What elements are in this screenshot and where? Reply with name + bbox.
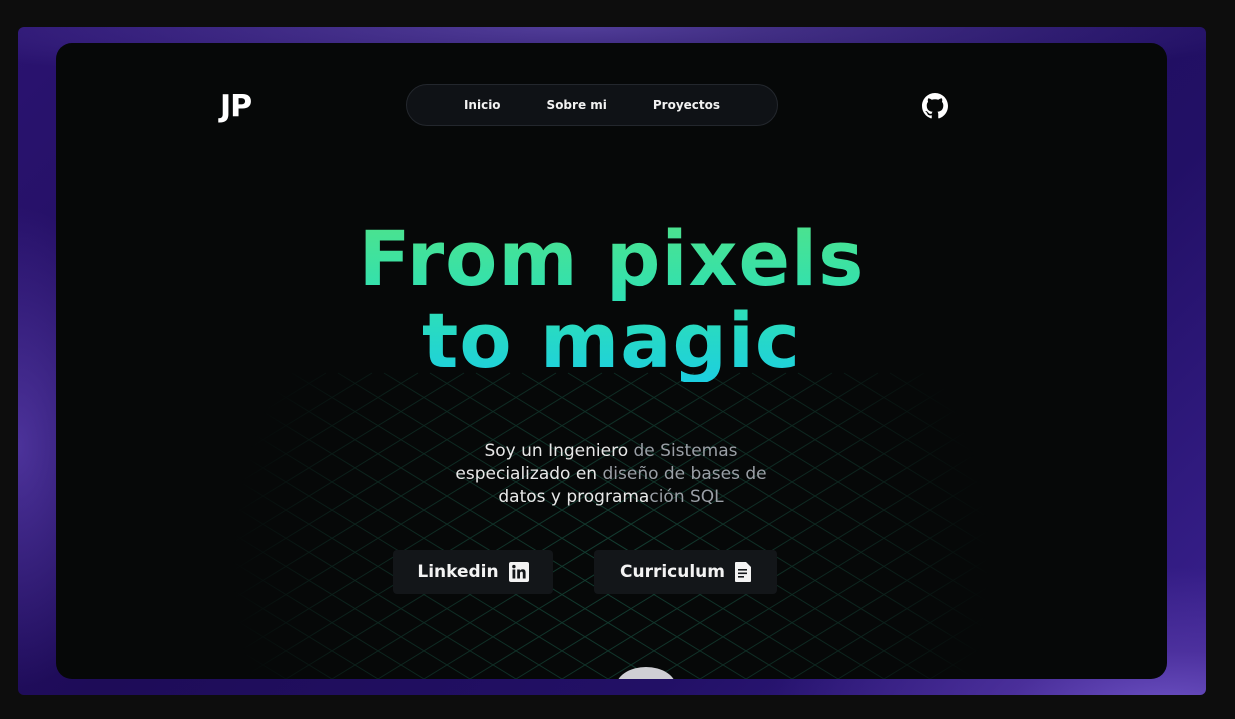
grid-line <box>475 372 977 679</box>
grid-line <box>147 372 649 679</box>
nav-item-inicio[interactable]: Inicio <box>441 98 524 112</box>
intro-text-part-5: datos y programa <box>498 487 650 507</box>
grid-line <box>56 372 557 679</box>
grid-line <box>751 372 1167 628</box>
grid-line <box>56 372 373 567</box>
grid-line <box>199 372 701 679</box>
grid-line <box>607 372 1109 679</box>
site-logo[interactable]: JP <box>220 89 252 124</box>
grid-line <box>331 372 833 679</box>
grid-line <box>699 392 1167 679</box>
grid-line <box>56 372 97 399</box>
grid-line <box>56 396 517 679</box>
grid-line <box>56 537 287 679</box>
grid-line <box>56 453 425 679</box>
grid-line <box>1113 645 1167 679</box>
grid-line <box>843 372 1167 572</box>
grid-line <box>239 372 741 679</box>
grid-line <box>1073 372 1167 431</box>
grid-line <box>56 372 189 455</box>
linkedin-button[interactable]: Linkedin <box>393 550 553 594</box>
intro-text-part-2: de Sistemas <box>633 441 738 461</box>
grid-line <box>567 372 1069 679</box>
grid-line <box>837 477 1167 679</box>
grid-line <box>56 372 235 483</box>
grid-line <box>1159 674 1167 679</box>
grid-line <box>469 372 971 679</box>
curriculum-button[interactable]: Curriculum <box>594 550 777 594</box>
intro-text-part-1: Soy un Ingeniero <box>484 441 634 461</box>
grid-line <box>705 372 1167 656</box>
hero-title-line-2: to magic <box>422 296 801 385</box>
grid-line <box>1027 372 1167 459</box>
grid-line <box>56 372 465 624</box>
grid-line <box>935 372 1167 515</box>
grid-line <box>285 372 787 679</box>
grid-line <box>1021 589 1167 679</box>
grid-line <box>291 372 793 679</box>
grid-line <box>56 650 103 679</box>
hero-title-line-1: From pixels <box>358 214 865 303</box>
grid-line <box>889 372 1167 544</box>
grid-line <box>929 533 1167 679</box>
grid-line <box>56 372 281 511</box>
document-icon <box>735 562 751 582</box>
intro-text-part-3: especializado en <box>455 464 603 484</box>
grid-line <box>101 372 603 679</box>
grid-line <box>61 372 563 679</box>
grid-line <box>107 372 609 679</box>
grid-line <box>429 372 931 679</box>
grid-line <box>653 372 1155 679</box>
main-nav: Inicio Sobre mi Proyectos <box>406 84 778 126</box>
grid-line <box>377 372 879 679</box>
grid-line <box>797 372 1167 600</box>
grid-line <box>56 372 511 652</box>
grid-line <box>1165 372 1167 375</box>
hero-title: From pixels to magic <box>56 218 1167 382</box>
grid-line <box>56 509 333 679</box>
linkedin-icon <box>508 562 529 582</box>
grid-line <box>153 372 655 679</box>
intro-text: Soy un Ingeniero de Sistemas especializa… <box>386 440 836 509</box>
grid-line <box>1119 372 1167 403</box>
nav-item-sobre-mi[interactable]: Sobre mi <box>524 98 630 112</box>
grid-line <box>383 372 885 679</box>
grid-line <box>56 372 327 539</box>
grid-line <box>521 372 1023 679</box>
hero-card: JP Inicio Sobre mi Proyectos From pixels… <box>56 43 1167 679</box>
scroll-indicator[interactable] <box>616 667 676 679</box>
grid-line <box>981 372 1167 487</box>
grid-line <box>56 372 143 427</box>
grid-line <box>1067 617 1167 679</box>
grid-line <box>561 372 1063 679</box>
grid-line <box>423 372 925 679</box>
linkedin-button-label: Linkedin <box>417 562 499 582</box>
grid-line <box>975 561 1167 679</box>
grid-line <box>56 372 419 596</box>
grid-line <box>883 505 1167 679</box>
grid-line <box>56 565 241 679</box>
grid-line <box>659 372 1161 679</box>
grid-line <box>745 420 1167 679</box>
curriculum-button-label: Curriculum <box>620 562 725 582</box>
github-icon[interactable] <box>922 93 948 119</box>
nav-item-proyectos[interactable]: Proyectos <box>630 98 743 112</box>
grid-line <box>515 372 1017 679</box>
grid-line <box>245 372 747 679</box>
grid-line <box>56 622 149 679</box>
grid-line <box>56 593 195 679</box>
grid-line <box>56 425 471 679</box>
grid-line <box>613 372 1115 679</box>
grid-line <box>56 481 379 679</box>
intro-text-part-4: diseño de bases de <box>602 464 767 484</box>
grid-line <box>791 448 1167 679</box>
grid-line <box>337 372 839 679</box>
grid-line <box>193 372 695 679</box>
intro-text-part-6: ción SQL <box>649 487 724 507</box>
background-frame: JP Inicio Sobre mi Proyectos From pixels… <box>18 27 1206 695</box>
